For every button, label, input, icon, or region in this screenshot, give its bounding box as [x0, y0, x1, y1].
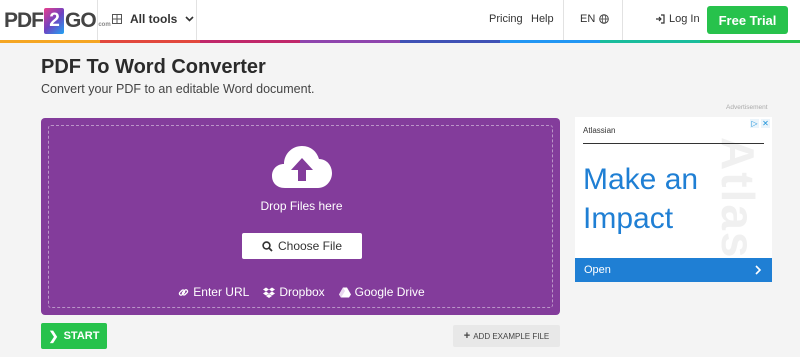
add-example-file-button[interactable]: + ADD EXAMPLE FILE: [453, 325, 560, 347]
chevron-right-icon: ❯: [48, 329, 59, 343]
plus-icon: +: [463, 330, 471, 342]
dropbox-button[interactable]: Dropbox: [263, 285, 325, 299]
dropbox-icon: [263, 287, 276, 298]
all-tools-label: All tools: [130, 12, 178, 26]
drop-files-text: Drop Files here: [260, 199, 343, 213]
link-icon: [179, 288, 189, 296]
grid-icon: [112, 14, 122, 24]
google-drive-button[interactable]: Google Drive: [338, 285, 425, 299]
color-strip-segment: [100, 40, 200, 43]
ad-headline-line1: Make an: [583, 163, 699, 196]
free-trial-button[interactable]: Free Trial: [707, 6, 788, 34]
dropzone-border: Drop Files here Choose File Enter URL Dr…: [48, 125, 553, 308]
google-drive-icon: [338, 287, 351, 297]
color-strip-segment: [500, 40, 600, 43]
color-strip-segment: [200, 40, 300, 43]
header-divider: [563, 0, 564, 40]
advertisement-label: Advertisement: [726, 104, 768, 111]
header-divider: [97, 0, 98, 40]
color-strip-segment: [0, 40, 100, 43]
add-example-label: ADD EXAMPLE FILE: [473, 331, 550, 341]
all-tools-dropdown[interactable]: All tools: [112, 12, 202, 26]
color-strip-segment: [400, 40, 500, 43]
search-icon: [262, 240, 273, 252]
logo-suffix: .com: [96, 22, 111, 28]
choose-file-button[interactable]: Choose File: [242, 233, 362, 259]
color-strip-segment: [300, 40, 400, 43]
ad-brand: Atlassian: [583, 126, 616, 135]
page-subtitle: Convert your PDF to an editable Word doc…: [41, 82, 315, 96]
logo-text-right: GO: [65, 9, 97, 32]
language-selector[interactable]: EN: [580, 13, 610, 25]
header-color-strip: [0, 40, 800, 43]
help-link[interactable]: Help: [531, 13, 554, 25]
start-label: START: [63, 330, 100, 342]
header-divider: [196, 0, 197, 40]
ad-divider: [583, 143, 764, 144]
ad-open-label: Open: [584, 264, 611, 276]
enter-url-button[interactable]: Enter URL: [178, 285, 249, 299]
color-strip-segment: [600, 40, 700, 43]
pricing-link[interactable]: Pricing: [489, 13, 523, 25]
globe-icon: [599, 14, 610, 24]
ad-open-button[interactable]: Open: [575, 258, 772, 282]
color-strip-segment: [700, 40, 800, 43]
page-title: PDF To Word Converter: [41, 56, 266, 78]
top-header: PDF 2 GO .com All tools Pricing Help EN Log…: [0, 0, 800, 40]
start-button[interactable]: ❯ START: [41, 323, 107, 349]
pdf2go-logo[interactable]: PDF 2 GO .com: [4, 7, 111, 35]
chevron-down-icon: [185, 16, 194, 22]
ad-controls: ▷ ✕: [750, 119, 770, 128]
login-label: Log In: [669, 13, 700, 25]
language-label: EN: [580, 13, 596, 25]
ad-banner[interactable]: Atlassian Atlassian ▷ ✕ Make an Impact O…: [575, 117, 772, 282]
upload-sources: Enter URL Dropbox Google Drive: [49, 285, 554, 299]
sign-in-icon: [656, 14, 665, 24]
login-link[interactable]: Log In: [655, 13, 700, 25]
upload-dropzone[interactable]: Drop Files here Choose File Enter URL Dr…: [41, 118, 560, 315]
dropbox-label: Dropbox: [279, 285, 325, 299]
logo-text-two: 2: [44, 8, 64, 34]
ad-headline-line2: Impact: [583, 202, 674, 235]
ad-info-icon[interactable]: ▷: [750, 119, 759, 128]
cloud-upload-icon: [272, 146, 332, 188]
logo-text-left: PDF: [4, 9, 44, 32]
header-divider: [622, 0, 623, 40]
enter-url-label: Enter URL: [193, 285, 250, 299]
choose-file-label: Choose File: [277, 239, 343, 253]
close-icon[interactable]: ✕: [761, 119, 770, 128]
google-drive-label: Google Drive: [354, 285, 425, 299]
chevron-right-icon: [755, 265, 762, 275]
